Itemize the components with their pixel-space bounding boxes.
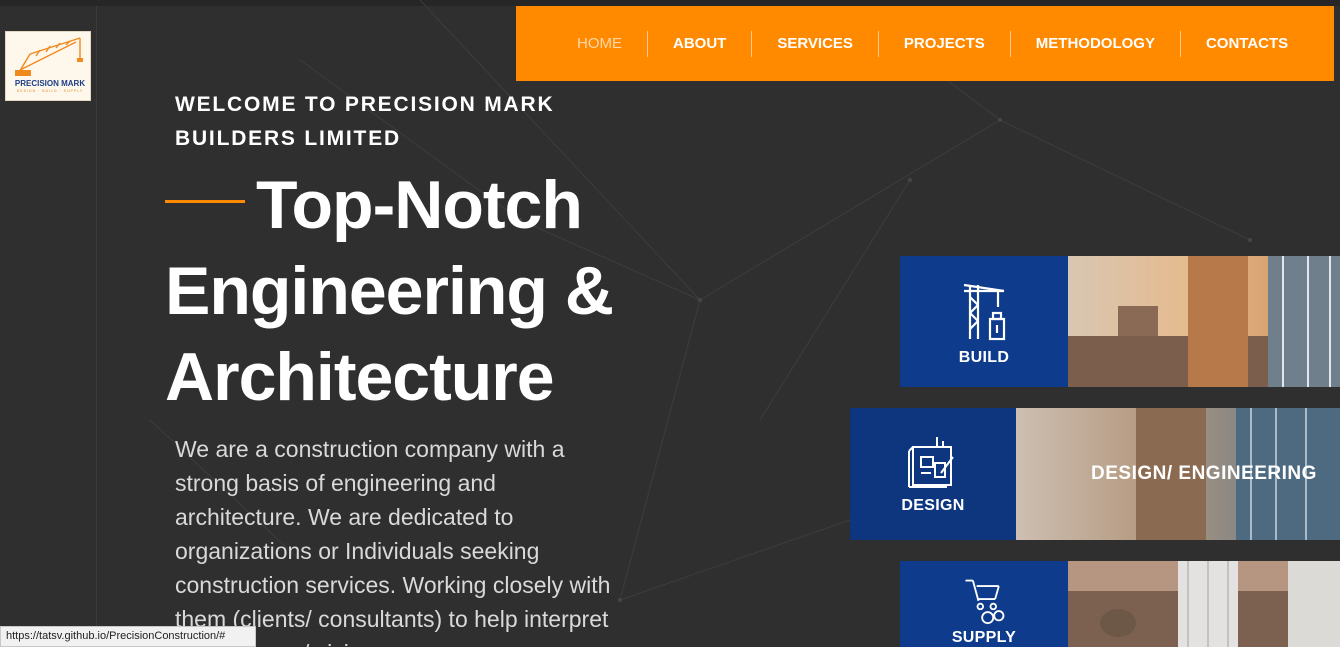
logo-wordmark: PRECISION MARK [14,79,86,88]
headline-line-3: Architecture [165,339,555,415]
city-photo [1068,256,1340,387]
crane-icon [963,283,1006,340]
supply-label: SUPPLY [951,629,1017,646]
status-bar-url: https://tatsv.github.io/PrecisionConstru… [0,626,256,647]
nav-about[interactable]: ABOUT [647,30,751,57]
design-label: DESIGN [901,497,965,514]
service-card-design[interactable]: DESIGN DESIGN/ ENGINEERING [850,408,1340,540]
build-panel: BUILD [900,256,1068,387]
service-card-supply[interactable]: SUPPLY [900,561,1340,647]
supply-panel: SUPPLY [900,561,1068,647]
city-aerial-photo [1068,561,1340,647]
nav-methodology[interactable]: METHODOLOGY [1009,30,1180,57]
service-card-build[interactable]: BUILD [900,256,1340,387]
design-engineering-title: DESIGN/ ENGINEERING [1091,463,1317,484]
headline-line-2: Engineering & [165,253,614,329]
sidebar-divider [96,6,97,647]
design-panel: DESIGN [850,408,1016,540]
blueprint-icon [908,437,954,488]
headline-line-1: Top-Notch [256,167,583,243]
hero-description: We are a construction company with a str… [175,436,611,647]
logo-tagline: DESIGN · BUILD · SUPPLY [16,89,84,93]
build-label: BUILD [958,348,1010,366]
hero-headline: Top-Notch Engineering & Architecture [165,162,685,420]
main-navigation: HOME ABOUT SERVICES PROJECTS METHODOLOGY… [516,6,1334,81]
nav-services[interactable]: SERVICES [751,30,878,57]
nav-home[interactable]: HOME [552,31,647,57]
nav-projects[interactable]: PROJECTS [877,30,1010,57]
nav-contacts[interactable]: CONTACTS [1179,30,1313,57]
company-logo[interactable]: PRECISION MARK DESIGN · BUILD · SUPPLY [5,31,91,101]
supply-cart-icon [965,579,1005,625]
welcome-heading: WELCOME TO PRECISION MARK BUILDERS LIMIT… [175,93,555,150]
